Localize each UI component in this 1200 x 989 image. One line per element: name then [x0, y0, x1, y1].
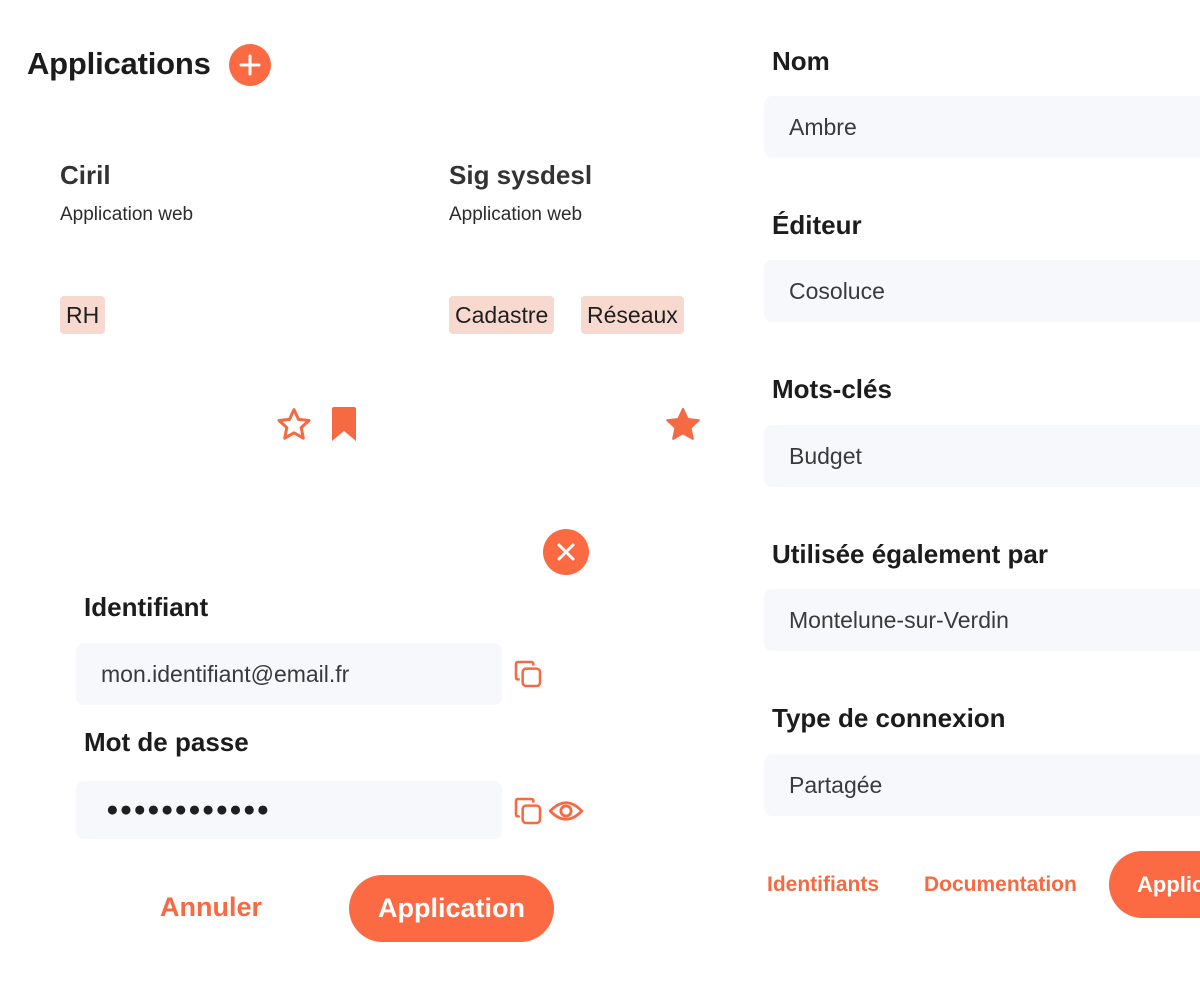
card-subtitle: Application web: [449, 204, 583, 225]
page-title: Applications: [27, 46, 211, 81]
card-title: Sig sysdesl: [449, 160, 593, 190]
star-outline-icon[interactable]: [274, 405, 314, 445]
tag-reseaux: Réseaux: [581, 296, 684, 334]
eye-icon[interactable]: [548, 796, 584, 826]
application-button-right[interactable]: Application: [1109, 851, 1200, 918]
copy-icon[interactable]: [512, 658, 544, 690]
type-connexion-field[interactable]: Partagée: [764, 754, 1200, 816]
tag-rh: RH: [60, 296, 106, 334]
mots-cles-field[interactable]: Budget: [764, 425, 1200, 487]
password-field[interactable]: ●●●●●●●●●●●●: [76, 781, 502, 839]
identifiant-value: mon.identifiant@email.fr: [101, 660, 350, 687]
identifiant-label: Identifiant: [84, 592, 209, 622]
mots-cles-value: Budget: [789, 442, 862, 469]
type-connexion-label: Type de connexion: [772, 703, 1006, 733]
utilisee-label: Utilisée également par: [772, 539, 1048, 569]
close-icon: [557, 543, 575, 561]
editeur-field[interactable]: Cosoluce: [764, 260, 1200, 322]
editeur-value: Cosoluce: [789, 277, 885, 304]
add-application-button[interactable]: [229, 44, 271, 86]
password-label: Mot de passe: [84, 727, 249, 757]
documentation-button[interactable]: Documentation: [924, 873, 1077, 897]
nom-value: Ambre: [789, 113, 857, 140]
utilisee-value: Montelune-sur-Verdin: [789, 606, 1009, 633]
nom-label: Nom: [772, 46, 830, 76]
tag-cadastre: Cadastre: [449, 296, 555, 334]
type-connexion-value: Partagée: [789, 771, 883, 798]
close-button[interactable]: [543, 529, 589, 575]
identifiant-field[interactable]: mon.identifiant@email.fr: [76, 643, 502, 705]
identifiants-button[interactable]: Identifiants: [767, 873, 879, 897]
editeur-label: Éditeur: [772, 210, 862, 240]
nom-field[interactable]: Ambre: [764, 96, 1200, 158]
card-title: Ciril: [60, 160, 111, 190]
card-subtitle: Application web: [60, 204, 194, 225]
star-filled-icon[interactable]: [662, 404, 704, 446]
mots-cles-label: Mots-clés: [772, 374, 892, 404]
copy-icon[interactable]: [512, 795, 544, 827]
password-value: ●●●●●●●●●●●●: [106, 798, 271, 821]
application-button-label: Application: [1137, 871, 1200, 897]
bookmark-icon[interactable]: [330, 406, 358, 442]
plus-icon: [239, 54, 261, 76]
utilisee-field[interactable]: Montelune-sur-Verdin: [764, 589, 1200, 651]
application-button[interactable]: Application: [349, 875, 554, 942]
cancel-button[interactable]: Annuler: [160, 892, 262, 923]
